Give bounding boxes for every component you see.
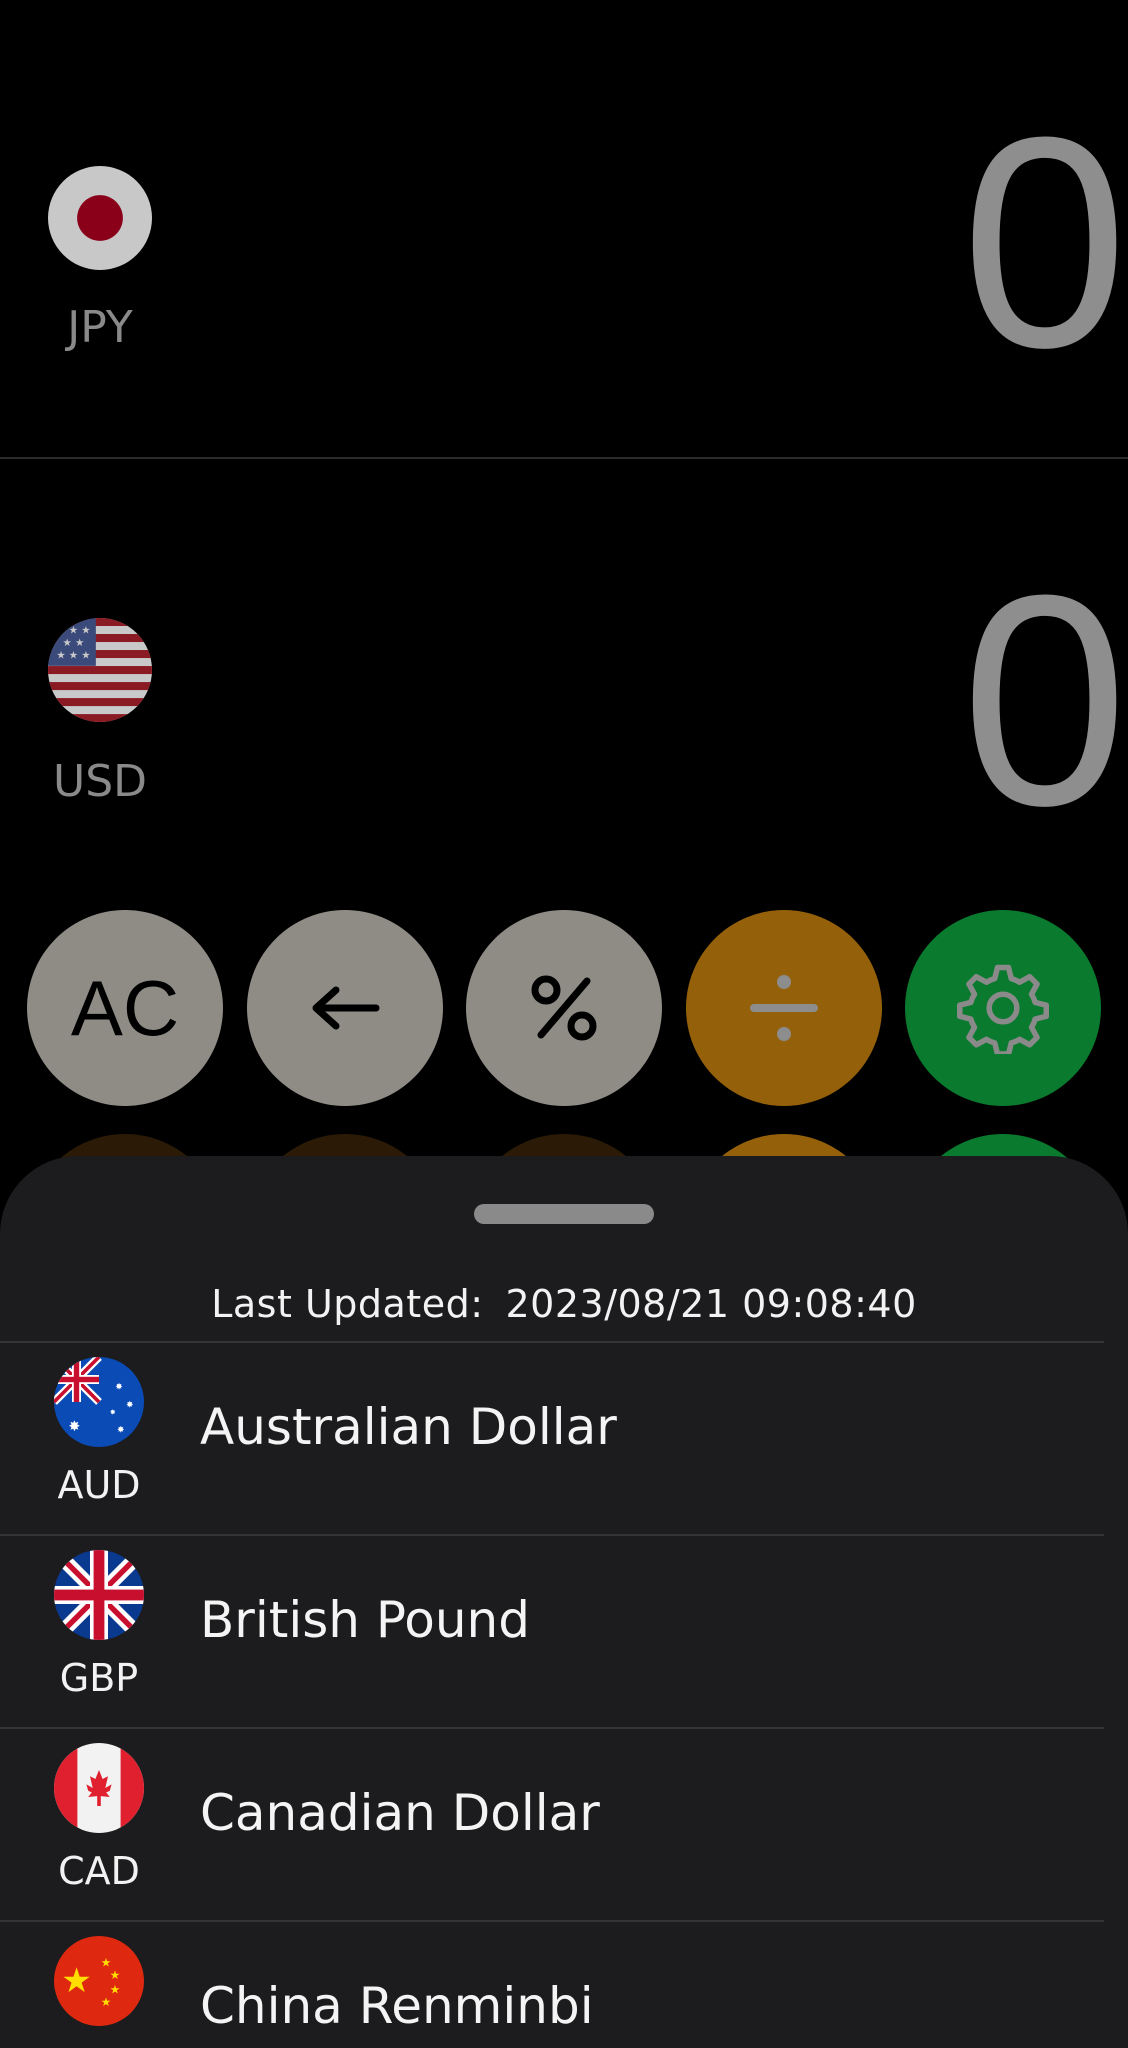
list-item-aud[interactable]: ✸ ✸ ✸ ✸ ✸ AUD Australian Dollar — [0, 1343, 1104, 1536]
currency-name: Canadian Dollar — [200, 1784, 600, 1842]
canada-flag-icon — [54, 1743, 144, 1833]
currency-code: AUD — [57, 1463, 141, 1507]
source-currency-row[interactable]: JPY 0 — [0, 0, 1128, 456]
last-updated-text: Last Updated: 2023/08/21 09:08:40 — [0, 1282, 1128, 1326]
settings-button[interactable] — [905, 910, 1101, 1106]
uk-flag-icon — [54, 1550, 144, 1640]
list-item-gbp[interactable]: GBP British Pound — [0, 1536, 1104, 1729]
source-currency-code: JPY — [67, 302, 133, 353]
target-currency-row[interactable]: ★ ★ ★ ★ ★ ★ ★ ★ USD 0 — [0, 458, 1128, 898]
currency-code: CAD — [58, 1849, 140, 1893]
australia-flag-icon: ✸ ✸ ✸ ✸ ✸ — [54, 1357, 144, 1447]
svg-text:★: ★ — [101, 1995, 111, 2009]
divide-button[interactable] — [686, 910, 882, 1106]
svg-text:★: ★ — [56, 625, 65, 637]
svg-text:✸: ✸ — [117, 1426, 125, 1436]
usa-flag-icon[interactable]: ★ ★ ★ ★ ★ ★ ★ ★ — [48, 618, 152, 722]
list-item-cny[interactable]: ★ ★ ★ ★ ★ China Renminbi — [0, 1922, 1104, 2048]
svg-text:✸: ✸ — [115, 1382, 123, 1392]
currency-name: British Pound — [200, 1591, 530, 1649]
svg-text:★: ★ — [63, 637, 72, 649]
currency-name: Australian Dollar — [200, 1398, 617, 1456]
last-updated-label: Last Updated: — [211, 1282, 484, 1326]
list-item-cad[interactable]: CAD Canadian Dollar — [0, 1729, 1104, 1922]
svg-text:★: ★ — [81, 625, 90, 637]
gear-icon — [957, 964, 1049, 1054]
all-clear-label: AC — [70, 963, 180, 1052]
svg-text:✸: ✸ — [68, 1419, 80, 1435]
currency-picker-sheet: Last Updated: 2023/08/21 09:08:40 ✸ ✸ ✸ … — [0, 1156, 1128, 2048]
svg-text:★: ★ — [56, 650, 65, 662]
target-currency-code: USD — [52, 756, 147, 807]
percent-button[interactable] — [466, 910, 662, 1106]
svg-text:★: ★ — [61, 1961, 92, 2001]
svg-text:★: ★ — [110, 1968, 120, 1982]
last-updated-value: 2023/08/21 09:08:40 — [505, 1282, 917, 1326]
percent-icon — [531, 975, 597, 1041]
currency-converter-screen: JPY 0 ★ ★ ★ ★ ★ ★ ★ ★ USD 0 AC Last Upda… — [0, 0, 1128, 2048]
svg-text:★: ★ — [69, 650, 78, 662]
sheet-grabber-handle[interactable] — [474, 1204, 654, 1224]
japan-flag-icon[interactable] — [48, 166, 152, 270]
backspace-button[interactable] — [247, 910, 443, 1106]
svg-text:✸: ✸ — [110, 1408, 116, 1417]
china-flag-icon: ★ ★ ★ ★ ★ — [54, 1936, 144, 2026]
svg-text:★: ★ — [69, 625, 78, 637]
all-clear-button[interactable]: AC — [27, 910, 223, 1106]
svg-text:★: ★ — [110, 1983, 120, 1997]
currency-code: GBP — [59, 1656, 139, 1700]
source-amount[interactable]: 0 — [961, 92, 1128, 392]
divide-icon — [750, 975, 818, 1041]
svg-text:✸: ✸ — [126, 1400, 134, 1410]
currency-name: China Renminbi — [200, 1977, 594, 2035]
target-amount[interactable]: 0 — [961, 550, 1128, 850]
backspace-arrow-icon — [312, 986, 380, 1030]
svg-text:★: ★ — [81, 650, 90, 662]
svg-text:★: ★ — [75, 637, 84, 649]
